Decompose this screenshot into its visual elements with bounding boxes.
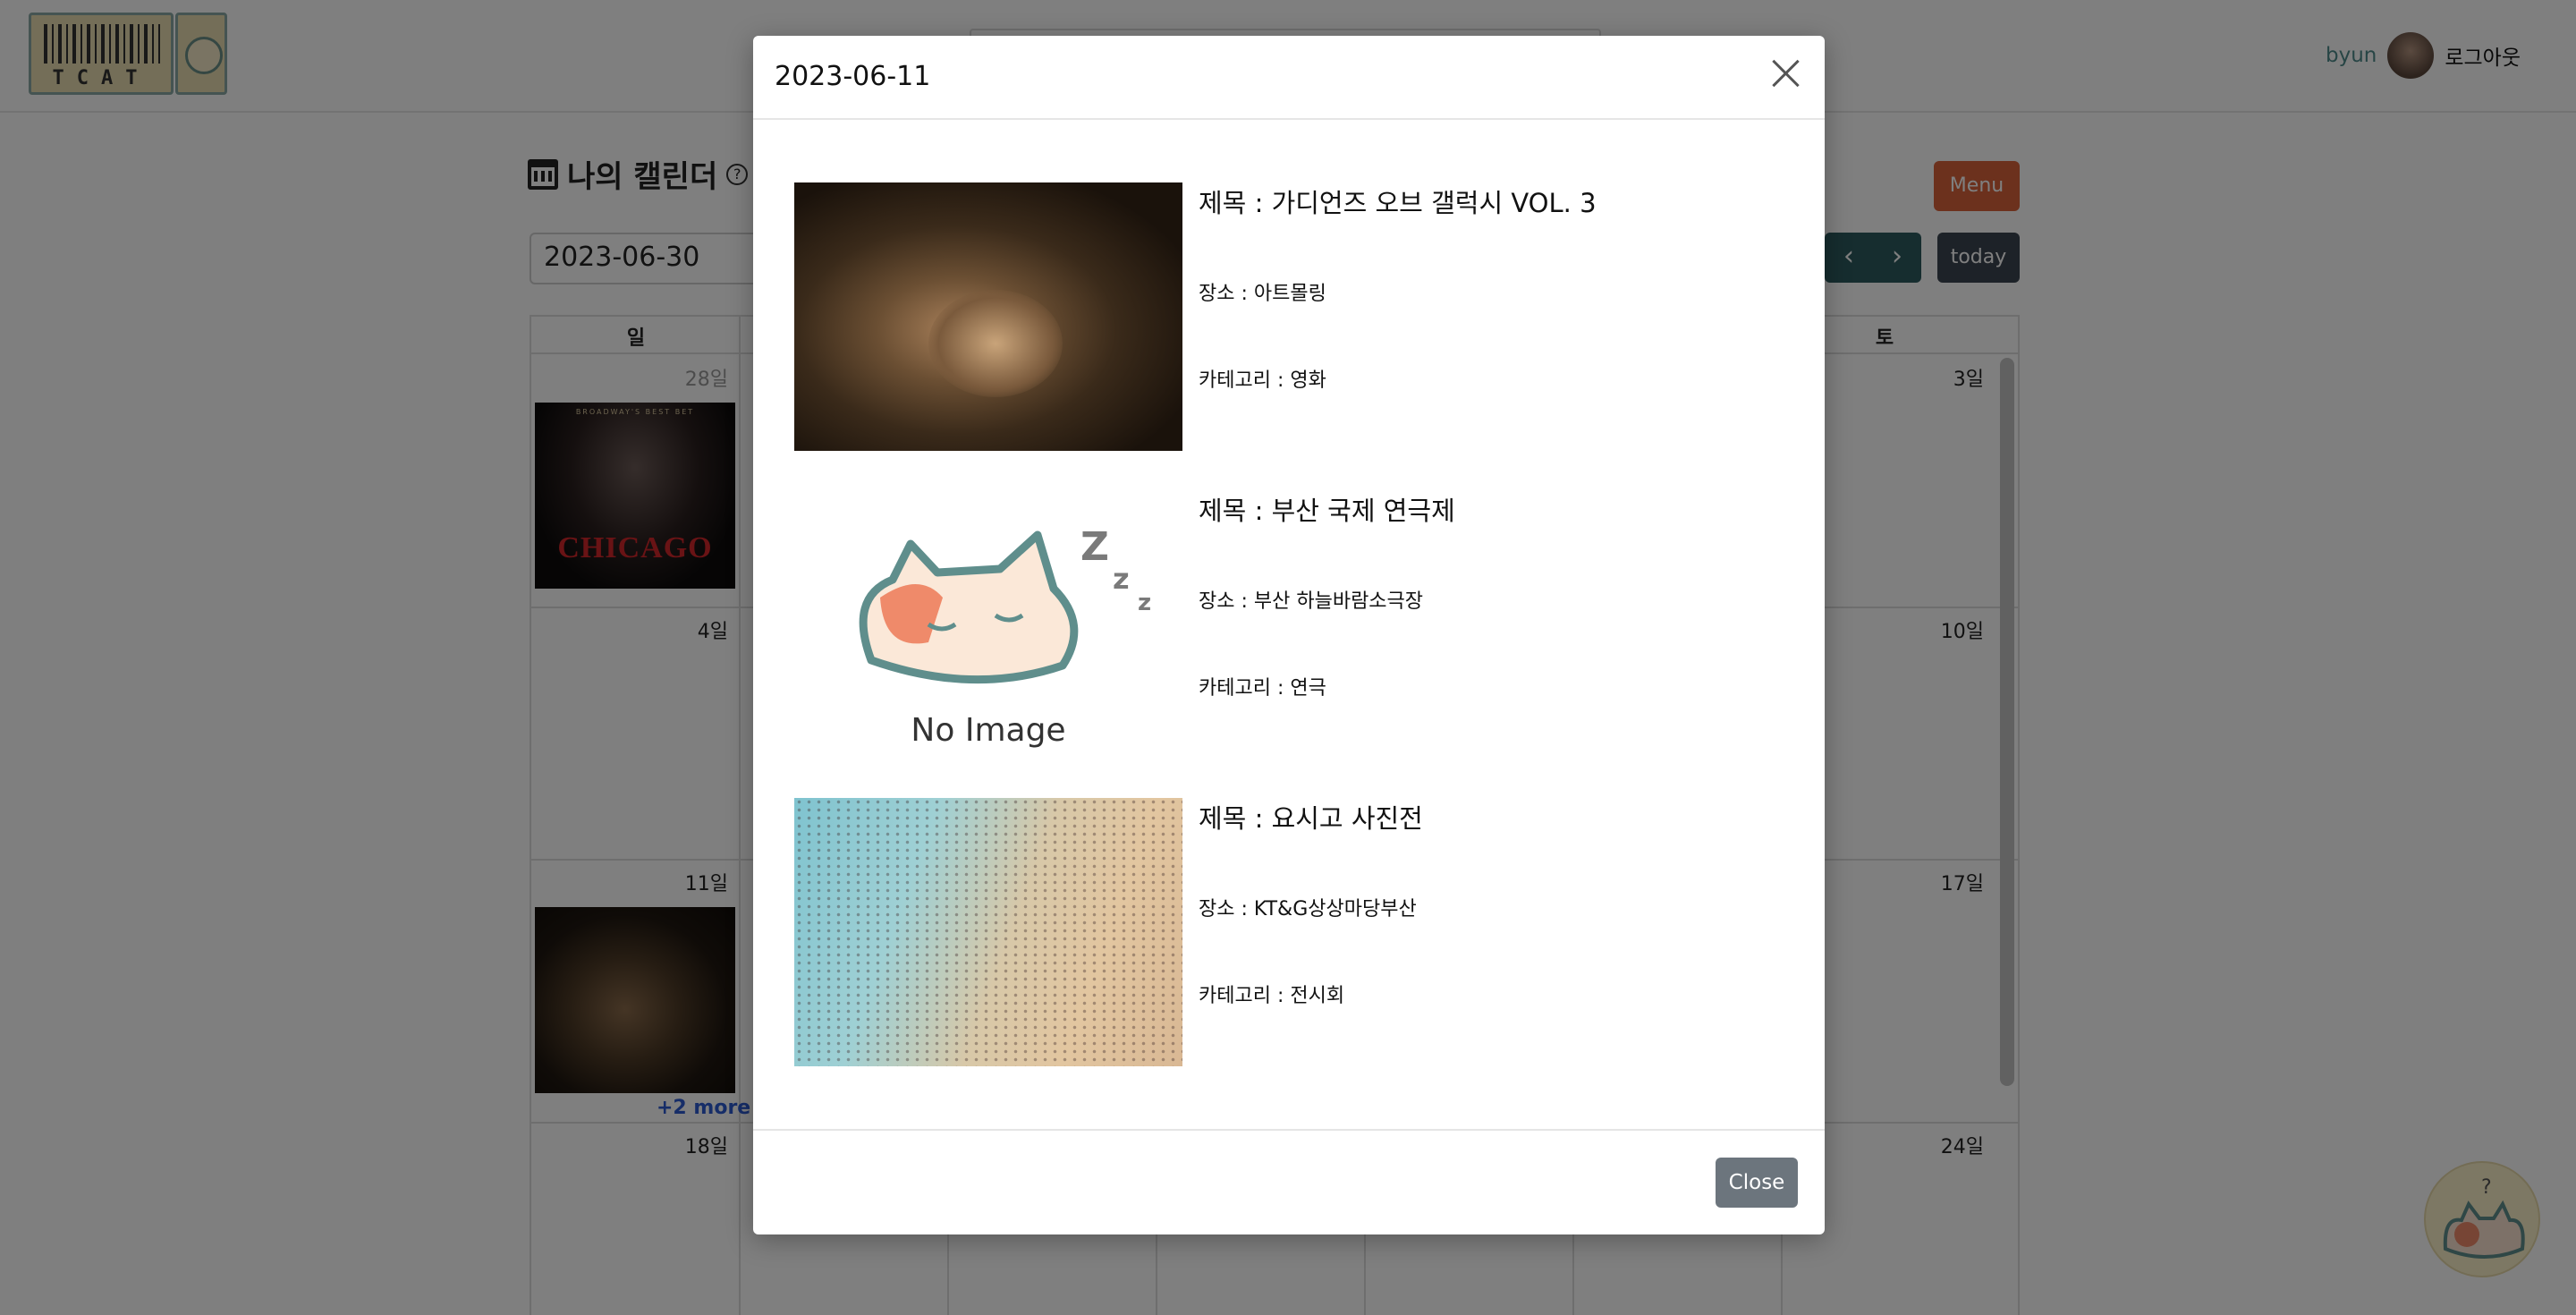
event-item[interactable]: 제목 : 요시고 사진전 장소 : KT&G상상마당부산 카테고리 : 전시회 [794, 798, 1778, 1066]
event-item[interactable]: Z z z No Image 제목 : 부산 국제 연극제 장소 : 부산 하늘… [794, 490, 1778, 759]
svg-text:z: z [1113, 562, 1130, 596]
modal-title: 2023-06-11 [775, 61, 931, 92]
sleeping-cat-icon: Z z z [859, 524, 1151, 684]
event-title[interactable]: 제목 : 부산 국제 연극제 [1199, 490, 1455, 528]
event-place: 장소 : KT&G상상마당부산 [1199, 898, 1417, 920]
event-category: 카테고리 : 연극 [1199, 677, 1326, 700]
event-item[interactable]: 제목 : 가디언즈 오브 갤럭시 VOL. 3 장소 : 아트몰링 카테고리 :… [794, 182, 1778, 451]
event-category: 카테고리 : 영화 [1199, 369, 1326, 392]
no-image-placeholder[interactable]: Z z z No Image [794, 490, 1182, 759]
svg-text:Z: Z [1080, 524, 1109, 570]
event-place: 장소 : 부산 하늘바람소극장 [1199, 590, 1424, 613]
event-place: 장소 : 아트몰링 [1199, 283, 1326, 305]
event-title[interactable]: 제목 : 가디언즈 오브 갤럭시 VOL. 3 [1199, 182, 1597, 220]
event-image[interactable] [794, 798, 1182, 1066]
event-title[interactable]: 제목 : 요시고 사진전 [1199, 798, 1423, 836]
day-events-modal: 2023-06-11 제목 : 가디언즈 오브 갤럭시 VOL. 3 장소 : … [753, 36, 1825, 1234]
event-image[interactable] [794, 182, 1182, 451]
modal-header: 2023-06-11 [753, 36, 1825, 120]
event-category: 카테고리 : 전시회 [1199, 985, 1345, 1007]
close-button[interactable]: Close [1716, 1158, 1798, 1208]
no-image-text: No Image [911, 712, 1066, 749]
svg-text:z: z [1138, 590, 1151, 616]
close-icon[interactable] [1767, 55, 1803, 91]
modal-footer: Close [753, 1129, 1825, 1234]
